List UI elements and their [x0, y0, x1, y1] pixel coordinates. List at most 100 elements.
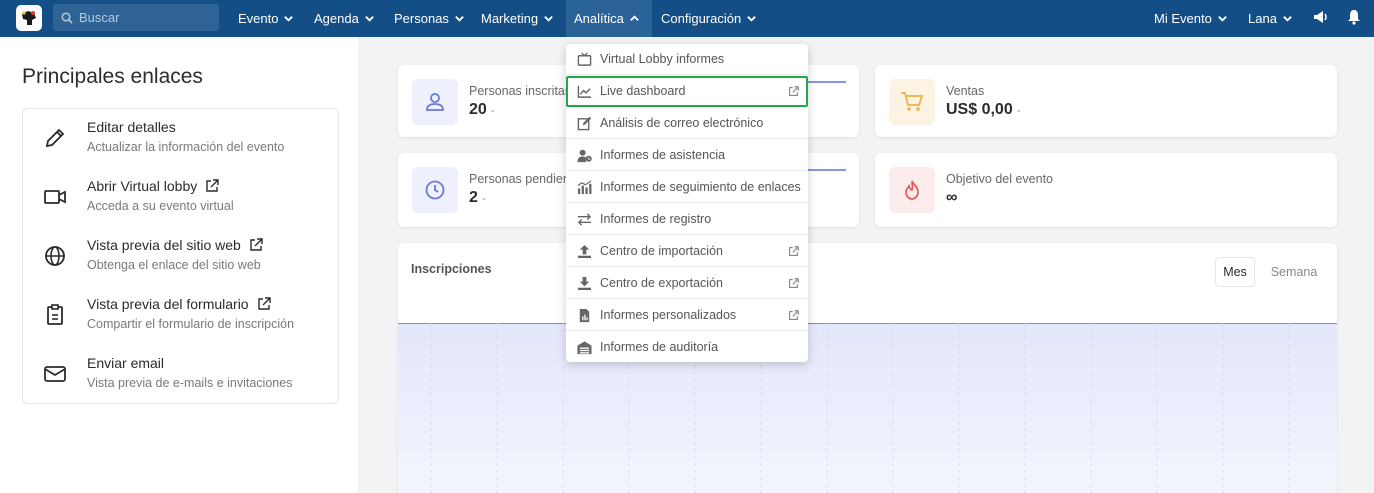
analytics-dropdown-menu: Virtual Lobby informes Live dashboard An…: [566, 44, 808, 362]
nav-configuracion-label: Configuración: [661, 11, 742, 26]
left-panel: Principales enlaces Editar detalles Actu…: [0, 37, 358, 493]
stat-value: 20-: [469, 101, 495, 118]
pencil-icon: [45, 128, 65, 148]
stat-value: ∞: [946, 189, 958, 206]
stat-label: Objetivo del evento: [946, 172, 1054, 186]
external-link-icon: [206, 179, 219, 192]
top-navigation-bar: Evento Agenda Personas Marketing Analíti…: [0, 0, 1374, 37]
user-icon: [426, 93, 444, 111]
stat-progress-bar: [808, 169, 846, 171]
nav-mi-evento[interactable]: Mi Evento: [1146, 0, 1236, 37]
external-link-icon: [257, 297, 271, 310]
line-chart-icon: [577, 85, 592, 98]
video-camera-icon: [44, 190, 66, 204]
quick-link-edit-details[interactable]: Editar detalles Actualizar la informació…: [23, 110, 340, 168]
quick-link-title: Vista previa del formulario: [87, 296, 271, 312]
nav-mi-evento-label: Mi Evento: [1154, 11, 1212, 26]
stat-card-sales[interactable]: Ventas US$ 0,00-: [875, 65, 1337, 137]
exchange-icon: [577, 213, 592, 226]
menu-item-import-center[interactable]: Centro de importación: [566, 236, 808, 267]
logo-icon: [22, 11, 36, 25]
envelope-icon: [44, 366, 66, 382]
quick-link-subtitle: Compartir el formulario de inscripción: [87, 317, 295, 331]
stat-value: US$ 0,00-: [946, 101, 1021, 118]
menu-item-email-analysis[interactable]: Análisis de correo electrónico: [566, 108, 808, 139]
menu-item-virtual-lobby-reports[interactable]: Virtual Lobby informes: [566, 44, 808, 75]
menu-item-live-dashboard[interactable]: Live dashboard: [566, 76, 808, 107]
external-link-icon: [788, 310, 799, 321]
quick-link-form-preview[interactable]: Vista previa del formulario Compartir el…: [23, 287, 340, 345]
menu-item-custom-reports[interactable]: Informes personalizados: [566, 300, 808, 331]
quick-link-subtitle: Acceda a su evento virtual: [87, 199, 234, 213]
cart-icon: [901, 92, 924, 111]
nav-evento-label: Evento: [238, 11, 279, 26]
chevron-down-icon: [1217, 16, 1227, 22]
dashboard-main: Personas inscritas 20- Ventas US$ 0,00- …: [358, 37, 1374, 493]
stat-badge: [412, 167, 458, 213]
clipboard-icon: [47, 304, 63, 325]
menu-item-registration-reports[interactable]: Informes de registro: [566, 204, 808, 235]
stat-label: Personas inscritas: [469, 84, 572, 98]
megaphone-icon[interactable]: [1312, 9, 1328, 25]
search-box[interactable]: [53, 4, 219, 31]
chevron-down-icon: [544, 16, 553, 22]
nav-agenda-label: Agenda: [314, 11, 359, 26]
user-clock-icon: [577, 149, 592, 163]
period-week-button[interactable]: Semana: [1263, 257, 1325, 287]
chevron-down-icon: [747, 16, 757, 22]
clock-icon: [425, 180, 445, 200]
stat-badge: [889, 167, 935, 213]
globe-icon: [45, 246, 65, 266]
registrations-chart-card: Inscripciones Mes Semana: [398, 243, 1337, 493]
file-icon: [579, 308, 590, 323]
stat-badge: [412, 79, 458, 125]
nav-agenda[interactable]: Agenda: [306, 0, 383, 37]
quick-link-title: Abrir Virtual lobby: [87, 178, 219, 194]
nav-marketing-label: Marketing: [481, 11, 539, 26]
nav-configuracion[interactable]: Configuración: [653, 0, 765, 37]
menu-item-attendance-reports[interactable]: Informes de asistencia: [566, 140, 808, 171]
left-panel-title: Principales enlaces: [22, 65, 203, 88]
external-link-icon: [788, 278, 799, 289]
app-logo[interactable]: [16, 5, 42, 31]
stat-label: Ventas: [946, 84, 985, 98]
bar-chart-icon: [577, 180, 592, 195]
quick-link-title: Editar detalles: [87, 119, 176, 135]
nav-evento[interactable]: Evento: [230, 0, 302, 37]
chevron-down-icon: [455, 16, 464, 22]
nav-language-label: Lana: [1248, 11, 1277, 26]
quick-link-website-preview[interactable]: Vista previa del sitio web Obtenga el en…: [23, 228, 340, 286]
period-month-button[interactable]: Mes: [1215, 257, 1255, 287]
warehouse-icon: [577, 341, 592, 355]
chart-title: Inscripciones: [411, 262, 492, 276]
external-link-icon: [788, 86, 799, 97]
nav-marketing[interactable]: Marketing: [473, 0, 562, 37]
quick-links-card: Editar detalles Actualizar la informació…: [22, 108, 339, 404]
menu-item-link-tracking-reports[interactable]: Informes de seguimiento de enlaces: [566, 172, 808, 203]
menu-item-audit-reports[interactable]: Informes de auditoría: [566, 332, 808, 363]
bell-icon[interactable]: [1346, 9, 1362, 25]
fire-icon: [905, 180, 919, 200]
edit-icon: [577, 116, 592, 131]
registrations-chart: [398, 323, 1337, 493]
external-link-icon: [250, 238, 263, 251]
chevron-down-icon: [365, 16, 374, 22]
stat-card-goal[interactable]: Objetivo del evento ∞: [875, 153, 1337, 227]
quick-link-virtual-lobby[interactable]: Abrir Virtual lobby Acceda a su evento v…: [23, 169, 340, 227]
chevron-up-icon: [630, 15, 639, 21]
search-input[interactable]: [79, 10, 209, 25]
quick-link-send-email[interactable]: Enviar email Vista previa de e-mails e i…: [23, 346, 340, 404]
search-icon: [61, 11, 73, 24]
stat-badge: [889, 79, 935, 125]
quick-link-subtitle: Vista previa de e-mails e invitaciones: [87, 376, 293, 390]
menu-item-export-center[interactable]: Centro de exportación: [566, 268, 808, 299]
quick-link-title: Vista previa del sitio web: [87, 237, 263, 253]
quick-link-title: Enviar email: [87, 355, 165, 371]
nav-language[interactable]: Lana: [1240, 0, 1301, 37]
stat-value: 2-: [469, 189, 486, 206]
nav-personas[interactable]: Personas: [386, 0, 473, 37]
nav-analitica-label: Analítica: [574, 11, 624, 26]
external-link-icon: [788, 246, 799, 257]
nav-analitica[interactable]: Analítica: [566, 0, 652, 37]
nav-personas-label: Personas: [394, 11, 449, 26]
